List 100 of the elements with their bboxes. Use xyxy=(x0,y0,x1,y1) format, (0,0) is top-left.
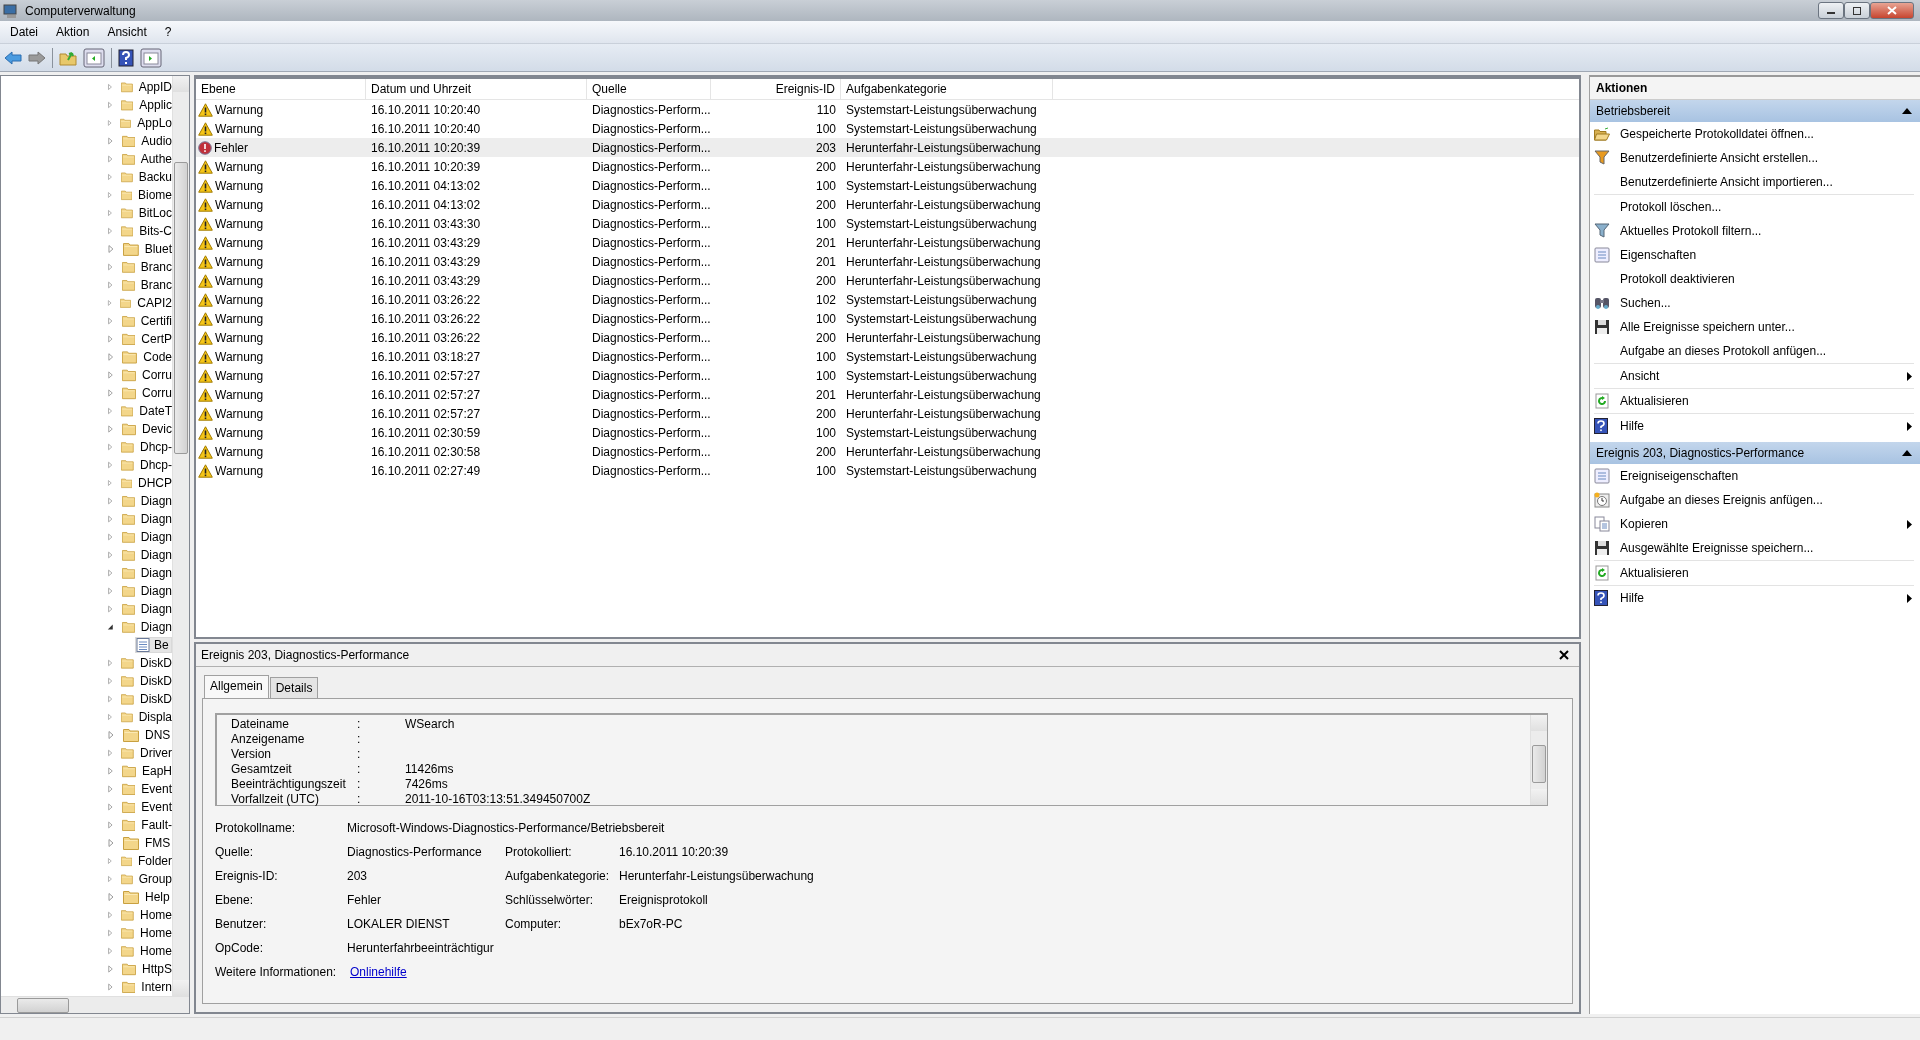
tree-item[interactable]: Audio xyxy=(141,134,172,148)
action-row[interactable]: Ereigniseigenschaften xyxy=(1594,464,1914,488)
pane-icon[interactable] xyxy=(140,47,162,68)
tree-item[interactable]: Event xyxy=(141,782,172,796)
action-row[interactable]: Ansicht xyxy=(1594,364,1914,388)
expand-icon[interactable] xyxy=(107,407,114,415)
tree-item[interactable]: HttpS xyxy=(142,962,172,976)
action-row[interactable]: Hilfe xyxy=(1594,414,1914,438)
event-row[interactable]: Warnung 16.10.2011 10:20:39 Diagnostics-Perform... 200 Herunterfahr-Leistungsüberwachung xyxy=(196,157,1579,176)
event-row[interactable]: Warnung 16.10.2011 02:57:27 Diagnostics-Perform... 200 Herunterfahr-Leistungsüberwachung xyxy=(196,404,1579,423)
tree-item[interactable]: Bits-C xyxy=(139,224,172,238)
event-row[interactable]: Warnung 16.10.2011 02:57:27 Diagnostics-Perform... 100 Systemstart-Leistungsüberwachung xyxy=(196,366,1579,385)
tree-item[interactable]: Diagn xyxy=(140,584,172,598)
action-row[interactable]: Aufgabe an dieses Ereignis anfügen... xyxy=(1594,488,1914,512)
expand-icon[interactable] xyxy=(107,83,113,91)
menu-item[interactable]: ? xyxy=(164,25,172,39)
expand-icon[interactable] xyxy=(107,947,114,955)
expand-icon[interactable] xyxy=(107,605,114,613)
menu-item[interactable]: Ansicht xyxy=(107,25,147,39)
tree-item[interactable]: Help xyxy=(145,890,170,904)
expand-icon[interactable] xyxy=(107,713,113,721)
expand-icon[interactable] xyxy=(107,227,114,235)
tab[interactable]: Details xyxy=(269,677,319,698)
expand-icon[interactable] xyxy=(107,533,114,541)
tree-item[interactable]: Branc xyxy=(140,260,172,274)
event-row[interactable]: Warnung 16.10.2011 02:30:59 Diagnostics-Perform... 100 Systemstart-Leistungsüberwachung xyxy=(196,423,1579,442)
tree-item[interactable]: Folder xyxy=(138,854,172,868)
tree-item[interactable]: Applic xyxy=(139,98,172,112)
expand-icon[interactable] xyxy=(107,767,114,775)
expand-icon[interactable] xyxy=(107,281,114,289)
action-row[interactable]: Protokoll löschen... xyxy=(1594,195,1914,219)
expand-icon[interactable] xyxy=(107,245,115,253)
expand-icon[interactable] xyxy=(107,857,113,865)
tree-item[interactable]: Biome xyxy=(138,188,172,202)
minimize-button[interactable] xyxy=(1818,2,1844,19)
collapse-icon[interactable] xyxy=(107,623,114,631)
action-row[interactable]: Eigenschaften xyxy=(1594,243,1914,267)
expand-icon[interactable] xyxy=(107,875,113,883)
pane-icon[interactable] xyxy=(83,47,105,68)
expand-icon[interactable] xyxy=(107,137,114,145)
maximize-button[interactable] xyxy=(1844,2,1870,19)
expand-icon[interactable] xyxy=(107,659,114,667)
tree-item[interactable]: Diagn xyxy=(140,512,172,526)
collapse-icon[interactable] xyxy=(1902,450,1912,456)
action-row[interactable]: Benutzerdefinierte Ansicht importieren... xyxy=(1594,170,1914,194)
action-row[interactable]: Alle Ereignisse speichern unter... xyxy=(1594,315,1914,339)
event-row[interactable]: Warnung 16.10.2011 03:26:22 Diagnostics-Perform... 102 Systemstart-Leistungsüberwachung xyxy=(196,290,1579,309)
expand-icon[interactable] xyxy=(107,317,114,325)
tree-item[interactable]: DNS xyxy=(145,728,171,742)
column-header[interactable]: Quelle xyxy=(587,79,711,99)
help-icon[interactable] xyxy=(118,48,134,67)
expand-icon[interactable] xyxy=(107,929,114,937)
tree-item[interactable]: Group xyxy=(138,872,172,886)
event-row[interactable]: Warnung 16.10.2011 03:43:29 Diagnostics-Perform... 201 Herunterfahr-Leistungsüberwachung xyxy=(196,252,1579,271)
event-row[interactable]: Warnung 16.10.2011 02:27:49 Diagnostics-Perform... 100 Systemstart-Leistungsüberwachung xyxy=(196,461,1579,480)
event-row[interactable]: Warnung 16.10.2011 03:43:30 Diagnostics-Perform... 100 Systemstart-Leistungsüberwachung xyxy=(196,214,1579,233)
tree-item[interactable]: AppID xyxy=(138,80,172,94)
event-row[interactable]: Warnung 16.10.2011 03:18:27 Diagnostics-Perform... 100 Systemstart-Leistungsüberwachung xyxy=(196,347,1579,366)
event-row[interactable]: Warnung 16.10.2011 03:26:22 Diagnostics-Perform... 200 Herunterfahr-Leistungsüberwachung xyxy=(196,328,1579,347)
tree-item[interactable]: Backu xyxy=(138,170,172,184)
tree-item[interactable]: Bluet xyxy=(144,242,172,256)
tree-item[interactable]: Dhcp- xyxy=(140,440,172,454)
expand-icon[interactable] xyxy=(107,263,114,271)
action-row[interactable]: Kopieren xyxy=(1594,512,1914,536)
tree-item[interactable]: AppLo xyxy=(137,116,172,130)
tree-item[interactable]: Home xyxy=(140,926,172,940)
tree-item[interactable]: Devic xyxy=(142,422,172,436)
scrollbar[interactable] xyxy=(172,76,189,996)
tree-item[interactable]: Intern xyxy=(141,980,172,994)
expand-icon[interactable] xyxy=(107,821,114,829)
help-link[interactable]: Onlinehilfe xyxy=(350,965,407,979)
expand-icon[interactable] xyxy=(107,983,114,991)
event-row[interactable]: Warnung 16.10.2011 04:13:02 Diagnostics-Perform... 200 Herunterfahr-Leistungsüberwachung xyxy=(196,195,1579,214)
scrollbar[interactable] xyxy=(1,996,189,1013)
tree-item[interactable]: Diagn xyxy=(140,620,172,634)
tree-item[interactable]: Be xyxy=(135,637,172,653)
close-icon[interactable] xyxy=(1559,650,1569,660)
expand-icon[interactable] xyxy=(107,515,114,523)
action-row[interactable]: Hilfe xyxy=(1594,586,1914,610)
expand-icon[interactable] xyxy=(107,479,113,487)
expand-icon[interactable] xyxy=(107,155,114,163)
scrollbar[interactable] xyxy=(1530,715,1547,805)
tree-item[interactable]: Certifi xyxy=(140,314,172,328)
expand-icon[interactable] xyxy=(107,551,114,559)
section-header[interactable]: Betriebsbereit xyxy=(1590,100,1920,122)
tree-item[interactable]: CertP xyxy=(141,332,172,346)
expand-icon[interactable] xyxy=(107,785,114,793)
expand-icon[interactable] xyxy=(107,119,113,127)
expand-icon[interactable] xyxy=(107,497,114,505)
menu-item[interactable]: Datei xyxy=(10,25,38,39)
folder-up-icon[interactable] xyxy=(59,49,77,66)
section-header[interactable]: Ereignis 203, Diagnostics-Performance xyxy=(1590,442,1920,464)
expand-icon[interactable] xyxy=(107,209,113,217)
tree-item[interactable]: DiskD xyxy=(140,692,172,706)
event-row[interactable]: Warnung 16.10.2011 04:13:02 Diagnostics-Perform... 100 Systemstart-Leistungsüberwachung xyxy=(196,176,1579,195)
tree-item[interactable]: Fault- xyxy=(141,818,172,832)
tree-item[interactable]: Driver xyxy=(140,746,172,760)
expand-icon[interactable] xyxy=(107,425,114,433)
event-row[interactable]: Warnung 16.10.2011 03:43:29 Diagnostics-Perform... 201 Herunterfahr-Leistungsüberwachung xyxy=(196,233,1579,252)
tree-item[interactable]: DiskD xyxy=(140,674,172,688)
